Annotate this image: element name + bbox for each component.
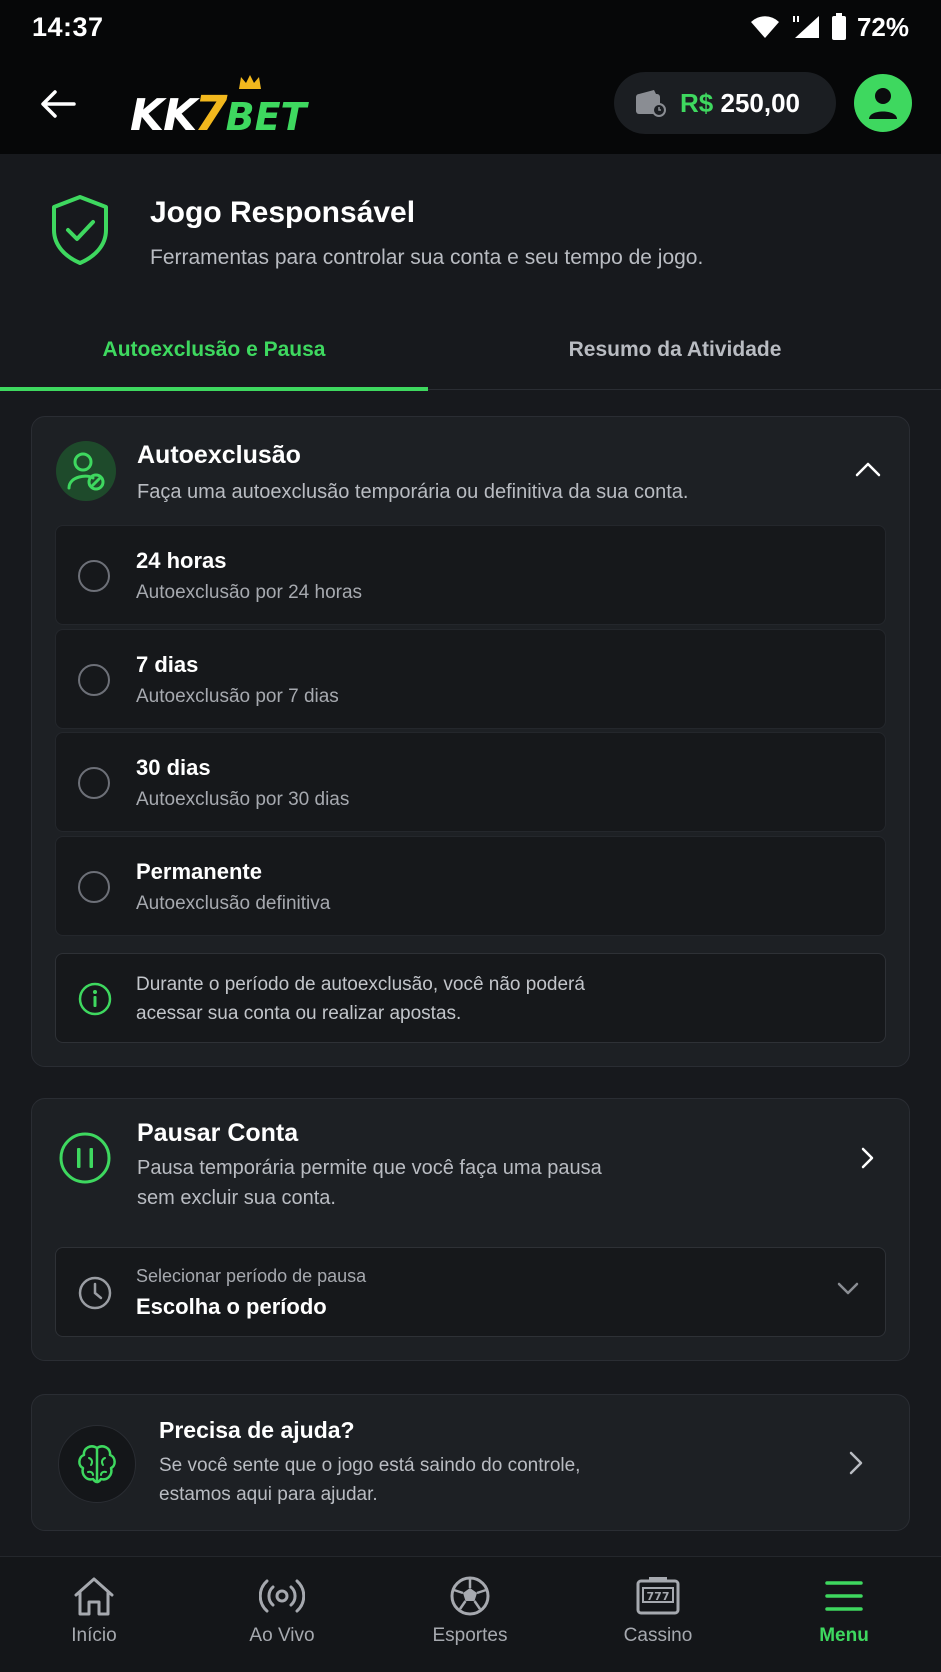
help-subtitle-line: Se você sente que o jogo está saindo do … bbox=[159, 1455, 581, 1476]
bottom-navigation: Início Ao Vivo Esportes 777 Cassino Menu bbox=[0, 1556, 941, 1672]
wifi-icon bbox=[749, 14, 781, 40]
logo-7: 7 bbox=[194, 86, 228, 142]
pause-period-select[interactable]: Selecionar período de pausa Escolha o pe… bbox=[55, 1247, 886, 1337]
option-title: 7 dias bbox=[136, 652, 199, 677]
slot-machine-icon: 777 bbox=[636, 1577, 680, 1615]
option-subtitle: Autoexclusão por 7 dias bbox=[136, 686, 339, 707]
pause-subtitle-line: sem excluir sua conta. bbox=[137, 1187, 336, 1209]
tab-self-exclusion[interactable]: Autoexclusão e Pausa bbox=[0, 310, 428, 390]
radio-button[interactable] bbox=[78, 560, 110, 592]
status-time: 14:37 bbox=[32, 11, 104, 42]
screen: 14:37 72% KK 7 BET R$ 250,00 Jogo Respon… bbox=[0, 0, 941, 1672]
user-icon bbox=[869, 88, 897, 119]
radio-button[interactable] bbox=[78, 871, 110, 903]
live-icon bbox=[259, 1579, 305, 1613]
self-exclusion-info: Durante o período de autoexclusão, você … bbox=[55, 953, 886, 1043]
nav-sports[interactable]: Esportes bbox=[376, 1557, 564, 1672]
user-block-icon bbox=[56, 441, 116, 501]
menu-icon bbox=[825, 1581, 863, 1611]
logo-kk: KK bbox=[130, 90, 197, 141]
option-title: 24 horas bbox=[136, 548, 227, 573]
tab-activity-summary[interactable]: Resumo da Atividade bbox=[460, 310, 890, 390]
balance-currency: R$ bbox=[680, 87, 714, 118]
help-subtitle: Se você sente que o jogo está saindo do … bbox=[159, 1451, 580, 1509]
logo-bet: BET bbox=[225, 95, 307, 139]
info-text-line: Durante o período de autoexclusão, você … bbox=[136, 974, 585, 995]
pause-title: Pausar Conta bbox=[137, 1119, 299, 1147]
nav-label: Início bbox=[71, 1625, 117, 1646]
nav-label: Cassino bbox=[623, 1625, 693, 1646]
option-subtitle: Autoexclusão por 24 horas bbox=[136, 582, 363, 603]
status-bar: 14:37 72% bbox=[0, 0, 941, 54]
battery-percent: 72% bbox=[856, 11, 909, 42]
chevron-right-icon[interactable] bbox=[861, 1147, 875, 1169]
arrow-left-icon bbox=[41, 90, 76, 118]
self-exclusion-title: Autoexclusão bbox=[137, 441, 301, 469]
self-exclusion-card: Autoexclusão Faça uma autoexclusão tempo… bbox=[31, 416, 910, 1067]
status-icons: 72% bbox=[749, 12, 909, 43]
option-subtitle: Autoexclusão definitiva bbox=[136, 893, 331, 914]
option-subtitle: Autoexclusão por 30 dias bbox=[136, 789, 350, 810]
back-button[interactable] bbox=[34, 80, 82, 128]
clock-icon bbox=[78, 1276, 112, 1310]
radio-button[interactable] bbox=[78, 664, 110, 696]
nav-label: Ao Vivo bbox=[249, 1625, 315, 1646]
brand-logo[interactable]: KK 7 BET bbox=[130, 72, 306, 138]
balance-value: 250,00 bbox=[720, 87, 801, 118]
pause-subtitle-line: Pausa temporária permite que você faça u… bbox=[137, 1157, 602, 1179]
signal-icon bbox=[791, 14, 821, 40]
brain-icon bbox=[58, 1425, 136, 1503]
nav-label: Esportes bbox=[432, 1625, 508, 1646]
crown-icon bbox=[239, 75, 261, 89]
shield-check-icon bbox=[52, 195, 108, 265]
help-title: Precisa de ajuda? bbox=[159, 1417, 355, 1443]
chevron-right-icon[interactable] bbox=[849, 1451, 863, 1475]
balance-amount: R$ 250,00 bbox=[680, 88, 800, 119]
help-subtitle-line: estamos aqui para ajudar. bbox=[159, 1484, 378, 1505]
nav-home[interactable]: Início bbox=[0, 1557, 188, 1672]
profile-avatar-button[interactable] bbox=[854, 74, 912, 132]
select-value: Escolha o período bbox=[136, 1294, 327, 1319]
option-permanent[interactable]: Permanente Autoexclusão definitiva bbox=[55, 836, 886, 936]
option-title: 30 dias bbox=[136, 755, 211, 780]
radio-button[interactable] bbox=[78, 767, 110, 799]
battery-icon bbox=[831, 13, 847, 41]
nav-casino[interactable]: 777 Cassino bbox=[564, 1557, 752, 1672]
option-7-days[interactable]: 7 dias Autoexclusão por 7 dias bbox=[55, 629, 886, 729]
option-30-days[interactable]: 30 dias Autoexclusão por 30 dias bbox=[55, 732, 886, 832]
page-subtitle: Ferramentas para controlar sua conta e s… bbox=[150, 246, 704, 269]
help-card[interactable]: Precisa de ajuda? Se você sente que o jo… bbox=[31, 1394, 910, 1531]
active-tab-indicator bbox=[0, 387, 428, 391]
info-icon bbox=[78, 982, 112, 1016]
nav-live[interactable]: Ao Vivo bbox=[188, 1557, 376, 1672]
home-icon bbox=[74, 1577, 114, 1616]
option-24-hours[interactable]: 24 horas Autoexclusão por 24 horas bbox=[55, 525, 886, 625]
soccer-ball-icon bbox=[450, 1576, 490, 1616]
page-title: Jogo Responsável bbox=[150, 196, 416, 229]
page-header: Jogo Responsável Ferramentas para contro… bbox=[0, 154, 941, 304]
select-label: Selecionar período de pausa bbox=[136, 1266, 367, 1286]
wallet-balance-button[interactable]: R$ 250,00 bbox=[614, 72, 836, 134]
chevron-up-icon[interactable] bbox=[855, 461, 881, 477]
pause-subtitle: Pausa temporária permite que você faça u… bbox=[137, 1153, 657, 1213]
chevron-down-icon bbox=[837, 1282, 859, 1295]
pause-account-card: Pausar Conta Pausa temporária permite qu… bbox=[31, 1098, 910, 1361]
nav-menu[interactable]: Menu bbox=[750, 1557, 938, 1672]
svg-text:777: 777 bbox=[647, 1590, 670, 1603]
nav-label: Menu bbox=[819, 1625, 869, 1646]
wallet-icon bbox=[636, 90, 666, 117]
self-exclusion-subtitle: Faça uma autoexclusão temporária ou defi… bbox=[137, 481, 689, 503]
app-header: KK 7 BET R$ 250,00 bbox=[0, 54, 941, 154]
tab-bar: Autoexclusão e Pausa Resumo da Atividade bbox=[0, 310, 941, 391]
option-title: Permanente bbox=[136, 859, 262, 884]
info-text: Durante o período de autoexclusão, você … bbox=[136, 970, 585, 1028]
info-text-line: acessar sua conta ou realizar apostas. bbox=[136, 1003, 462, 1024]
pause-icon bbox=[59, 1132, 111, 1184]
